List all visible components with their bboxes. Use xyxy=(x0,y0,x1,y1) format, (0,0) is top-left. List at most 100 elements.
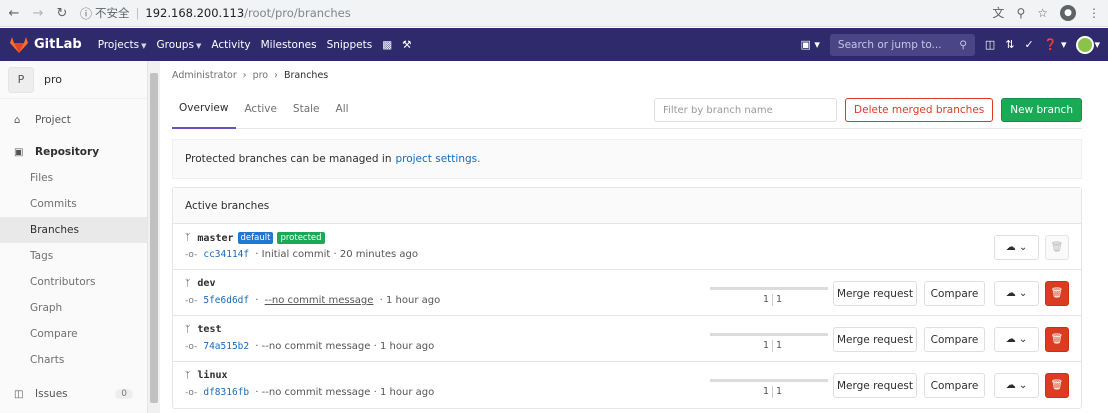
tab-stale[interactable]: Stale xyxy=(285,89,328,129)
sidebar-item-repository[interactable]: ▣ Repository xyxy=(0,139,147,165)
tab-overview[interactable]: Overview xyxy=(172,89,237,129)
branch-name-text[interactable]: linux xyxy=(197,370,227,381)
sidebar-sub-contributors[interactable]: Contributors xyxy=(0,269,147,295)
commit-message[interactable]: --no commit message xyxy=(262,387,371,398)
nav-activity[interactable]: Activity xyxy=(211,39,250,51)
sidebar-scrollbar[interactable] xyxy=(148,61,160,413)
commit-icon: -o- xyxy=(185,295,198,306)
issues-icon[interactable]: ◫ xyxy=(985,38,995,51)
back-icon[interactable]: ← xyxy=(4,3,24,23)
browser-toolbar: ← → ↻ ⓘ 不安全 | 192.168.200.113 /root/pro/… xyxy=(0,0,1108,27)
branch-filter-input[interactable]: Filter by branch name xyxy=(654,98,838,122)
help-icon[interactable]: ❓ ▾ xyxy=(1044,38,1067,51)
commit-message[interactable]: --no commit message xyxy=(265,295,374,306)
commit-sha-link[interactable]: 5fe6d6df xyxy=(203,295,249,306)
commit-time: 1 hour ago xyxy=(379,341,435,352)
divergence-graph: 1 1 xyxy=(710,379,828,398)
bookmark-star-icon[interactable]: ☆ xyxy=(1037,6,1048,20)
compare-button[interactable]: Compare xyxy=(924,281,985,306)
chevron-down-icon: ⌄ xyxy=(1018,242,1028,253)
branch-name-text[interactable]: master xyxy=(197,233,233,244)
project-sidebar: P pro ⌂ Project ▣ Repository Files Commi… xyxy=(0,61,148,413)
account-icon[interactable]: ● xyxy=(1060,4,1076,21)
new-branch-button[interactable]: New branch xyxy=(1001,98,1082,122)
separator: · xyxy=(376,295,386,306)
divergence-counts: 1 1 xyxy=(763,340,782,352)
sidebar-item-project[interactable]: ⌂ Project xyxy=(0,107,147,133)
delete-branch-button[interactable]: 🗑 xyxy=(1045,327,1069,352)
breadcrumb-item[interactable]: Branches xyxy=(284,70,328,81)
tab-active[interactable]: Active xyxy=(236,89,284,129)
scrollbar-thumb[interactable] xyxy=(150,73,158,403)
divergence-counts: 1 1 xyxy=(763,294,782,306)
sidebar-sub-branches[interactable]: Branches xyxy=(0,217,147,243)
delete-branch-button[interactable]: 🗑 xyxy=(1045,373,1069,398)
merge-request-button[interactable]: Merge request xyxy=(833,327,917,352)
divergence-bar xyxy=(710,287,828,290)
nav-groups-label: Groups xyxy=(156,38,194,51)
address-bar[interactable]: ⓘ 不安全 | 192.168.200.113 /root/pro/branch… xyxy=(80,3,980,23)
sidebar-sub-tags[interactable]: Tags xyxy=(0,243,147,269)
nav-snippets[interactable]: Snippets xyxy=(327,39,373,51)
header-right: ▣ ▾ Search or jump to... ⚲ ◫ ⇅ ✓ ❓ ▾ ▾ xyxy=(800,28,1100,61)
forward-icon[interactable]: → xyxy=(28,3,48,23)
download-dropdown-button[interactable]: ☁ ⌄ xyxy=(994,327,1039,352)
commit-sha-link[interactable]: cc34114f xyxy=(203,249,249,260)
nav-milestones[interactable]: Milestones xyxy=(261,39,317,51)
sidebar-sub-files[interactable]: Files xyxy=(0,165,147,191)
chevron-down-icon: ▼ xyxy=(195,41,202,50)
tab-all[interactable]: All xyxy=(328,89,357,129)
sidebar-item-issues[interactable]: ◫ Issues 0 xyxy=(0,381,147,407)
wrench-icon[interactable]: ⚒ xyxy=(402,39,411,51)
translate-icon[interactable]: 文 xyxy=(992,4,1004,21)
commit-sha-link[interactable]: df8316fb xyxy=(203,387,249,398)
sidebar-sub-charts[interactable]: Charts xyxy=(0,347,147,373)
breadcrumb-item[interactable]: pro xyxy=(253,70,269,81)
zoom-icon[interactable]: ⚲ xyxy=(1016,6,1025,20)
search-input[interactable]: Search or jump to... ⚲ xyxy=(829,33,975,56)
user-menu[interactable]: ▾ xyxy=(1076,35,1100,54)
ahead-count: 1 xyxy=(776,294,783,305)
menu-dots-icon[interactable]: ⋮ xyxy=(1088,6,1100,20)
sidebar-project-header[interactable]: P pro xyxy=(0,61,147,99)
sidebar-item-label: Project xyxy=(35,114,71,126)
info-icon[interactable]: ⓘ xyxy=(80,5,92,22)
commit-message[interactable]: --no commit message xyxy=(262,341,371,352)
branch-row-dev: ᛉ dev -o- 5fe6d6df · --no commit message… xyxy=(173,270,1081,316)
download-dropdown-button[interactable]: ☁ ⌄ xyxy=(994,235,1039,260)
gitlab-logo[interactable]: GitLab xyxy=(10,36,82,53)
nav-groups[interactable]: Groups ▼ xyxy=(157,39,202,51)
breadcrumb-item[interactable]: Administrator xyxy=(172,70,237,81)
branch-name-text[interactable]: dev xyxy=(197,278,215,289)
download-dropdown-button[interactable]: ☁ ⌄ xyxy=(994,373,1039,398)
compare-button[interactable]: Compare xyxy=(924,327,985,352)
todos-icon[interactable]: ✓ xyxy=(1025,38,1034,51)
delete-branch-button[interactable]: 🗑 xyxy=(1045,235,1069,260)
divergence-divider xyxy=(772,294,774,306)
merge-requests-icon[interactable]: ⇅ xyxy=(1005,38,1014,51)
delete-branch-button[interactable]: 🗑 xyxy=(1045,281,1069,306)
commit-sha-link[interactable]: 74a515b2 xyxy=(203,341,249,352)
branch-icon: ᛉ xyxy=(185,233,191,243)
plus-dropdown-icon[interactable]: ▣ ▾ xyxy=(800,38,819,51)
sidebar-sub-compare[interactable]: Compare xyxy=(0,321,147,347)
merge-request-button[interactable]: Merge request xyxy=(833,373,917,398)
nav-projects[interactable]: Projects ▼ xyxy=(98,39,147,51)
delete-merged-branches-button[interactable]: Delete merged branches xyxy=(845,98,994,122)
sidebar-sub-commits[interactable]: Commits xyxy=(0,191,147,217)
reload-icon[interactable]: ↻ xyxy=(52,3,72,23)
default-badge: default xyxy=(237,232,274,244)
search-icon: ⚲ xyxy=(959,38,967,51)
chart-icon[interactable]: ▩ xyxy=(382,39,392,51)
sidebar-sub-graph[interactable]: Graph xyxy=(0,295,147,321)
issues-count-badge: 0 xyxy=(115,389,133,399)
download-dropdown-button[interactable]: ☁ ⌄ xyxy=(994,281,1039,306)
branch-name-text[interactable]: test xyxy=(197,324,221,335)
home-icon: ⌂ xyxy=(14,114,21,126)
main-content: Administrator › pro › Branches Overview … xyxy=(172,61,1082,409)
commit-message[interactable]: Initial commit xyxy=(262,249,331,260)
merge-request-button[interactable]: Merge request xyxy=(833,281,917,306)
active-branches-panel: Active branches ᛉ master default protect… xyxy=(172,187,1082,409)
project-settings-link[interactable]: project settings. xyxy=(395,153,480,165)
compare-button[interactable]: Compare xyxy=(924,373,985,398)
